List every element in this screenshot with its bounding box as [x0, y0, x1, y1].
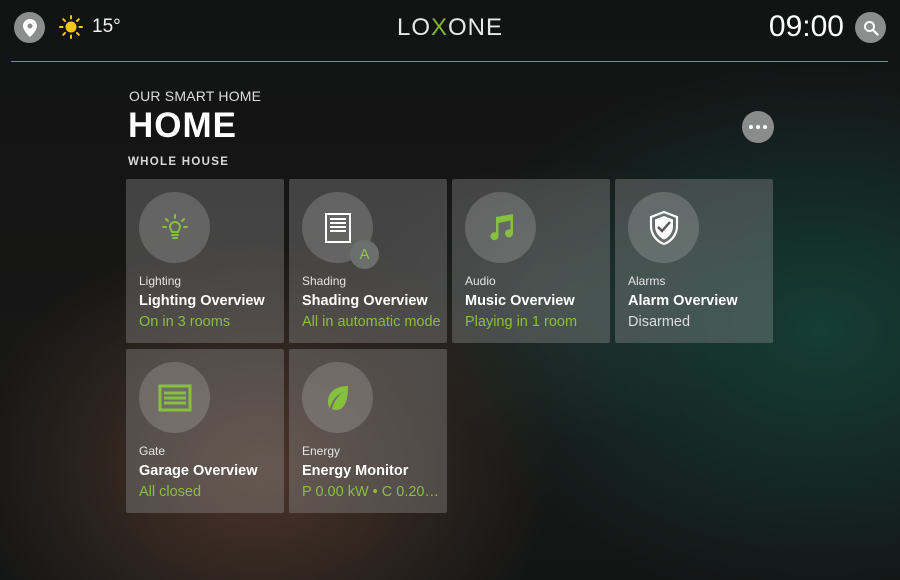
tile-energy[interactable]: Energy Energy Monitor P 0.00 kW • C 0.20… [289, 349, 447, 513]
tile-name: Energy Monitor [302, 463, 409, 479]
tile-icon-circle [302, 362, 373, 433]
tile-status: All closed [139, 484, 202, 500]
tile-alarms[interactable]: Alarms Alarm Overview Disarmed [615, 179, 773, 343]
top-bar: 15° LOXONE 09:00 [0, 0, 900, 61]
tile-shading[interactable]: A Shading Shading Overview All in automa… [289, 179, 447, 343]
tile-gate[interactable]: Gate Garage Overview All closed [126, 349, 284, 513]
tile-icon-circle [628, 192, 699, 263]
loxone-logo: LOXONE [396, 14, 504, 41]
garage-door-icon [158, 384, 191, 411]
shield-icon [649, 210, 678, 245]
tile-name: Lighting Overview [139, 293, 265, 309]
tile-category: Alarms [628, 274, 666, 288]
more-options-button[interactable] [742, 111, 774, 143]
search-button[interactable] [855, 12, 886, 43]
tile-name: Garage Overview [139, 463, 258, 479]
tile-audio[interactable]: Audio Music Overview Playing in 1 room [452, 179, 610, 343]
tile-status: On in 3 rooms [139, 314, 231, 330]
tile-status: Playing in 1 room [465, 314, 578, 330]
blinds-icon [324, 212, 351, 243]
automatic-badge: A [350, 240, 379, 269]
tile-category: Shading [302, 274, 347, 288]
tile-icon-circle [139, 192, 210, 263]
search-icon [863, 20, 879, 36]
page-subtitle: OUR SMART HOME [129, 88, 262, 104]
tile-name: Music Overview [465, 293, 575, 309]
header-divider [11, 61, 888, 62]
tile-icon-circle [465, 192, 536, 263]
tile-status: Disarmed [628, 314, 691, 330]
tile-status: P 0.00 kW • C 0.20 kW [302, 484, 442, 500]
tile-category: Energy [302, 444, 341, 458]
tile-icon-circle [139, 362, 210, 433]
tile-name: Alarm Overview [628, 293, 738, 309]
tile-lighting[interactable]: Lighting Lighting Overview On in 3 rooms [126, 179, 284, 343]
tile-category: Audio [465, 274, 496, 288]
tile-name: Shading Overview [302, 293, 428, 309]
music-note-icon [490, 213, 513, 240]
tile-status: All in automatic mode [302, 314, 441, 330]
lightbulb-icon [161, 213, 188, 239]
tile-category: Lighting [139, 274, 182, 288]
section-label: WHOLE HOUSE [128, 156, 230, 168]
page-title: HOME [128, 106, 237, 145]
clock: 09:00 [768, 10, 844, 43]
more-dots-icon [749, 125, 753, 129]
leaf-icon [327, 385, 348, 410]
tile-category: Gate [139, 444, 166, 458]
